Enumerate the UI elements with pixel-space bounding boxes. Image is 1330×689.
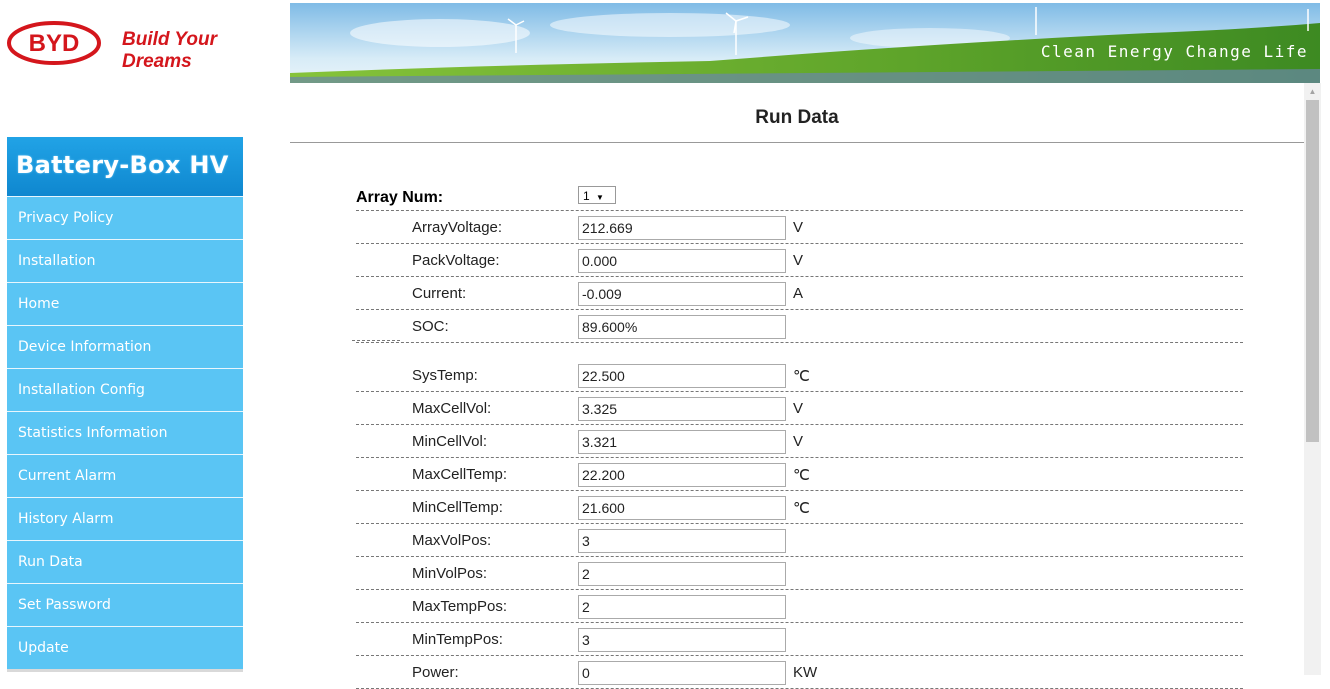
data-row-max-temp-pos: MaxTempPos: 2 — [356, 590, 1243, 623]
title-divider — [290, 142, 1304, 143]
sidebar-item-statistics-information[interactable]: Statistics Information — [7, 411, 243, 454]
row-value-field[interactable]: 89.600% — [578, 315, 786, 339]
sidebar-item-run-data[interactable]: Run Data — [7, 540, 243, 583]
row-unit: V — [793, 400, 804, 417]
sidebar-item-update[interactable]: Update — [7, 626, 243, 672]
row-label: PackVoltage: — [412, 252, 500, 269]
row-value-field[interactable]: 0 — [578, 661, 786, 685]
data-row-min-vol-pos: MinVolPos: 2 — [356, 557, 1243, 590]
row-value-field[interactable]: 3.321 — [578, 430, 786, 454]
data-row-min-cell-temp: MinCellTemp: 21.600 ℃ — [356, 491, 1243, 524]
sidebar-item-set-password[interactable]: Set Password — [7, 583, 243, 626]
data-row-max-cell-vol: MaxCellVol: 3.325 V — [356, 392, 1243, 425]
array-num-label: Array Num: — [356, 189, 444, 206]
row-value-field[interactable]: 2 — [578, 562, 786, 586]
sidebar-item-current-alarm[interactable]: Current Alarm — [7, 454, 243, 497]
row-label: SOC: — [412, 318, 449, 335]
row-value-field[interactable]: 3 — [578, 628, 786, 652]
scroll-up-arrow-icon[interactable]: ▲ — [1304, 83, 1321, 100]
row-label: MaxTempPos: — [412, 598, 508, 615]
chevron-down-icon: ▼ — [596, 193, 604, 202]
sidebar-item-home[interactable]: Home — [7, 282, 243, 325]
logo-letters: BYD — [29, 30, 80, 57]
row-label: MinCellVol: — [412, 433, 488, 450]
sidebar: Battery-Box HV Privacy Policy Installati… — [7, 137, 243, 672]
array-num-value: 1 — [583, 189, 590, 203]
row-value-field[interactable]: 2 — [578, 595, 786, 619]
row-unit: V — [793, 252, 804, 269]
row-unit: A — [793, 285, 804, 302]
row-label: MinVolPos: — [412, 565, 488, 582]
data-row-max-vol-pos: MaxVolPos: 3 — [356, 524, 1243, 557]
scroll-thumb[interactable] — [1306, 100, 1319, 442]
data-row-array-voltage: ArrayVoltage: 212.669 V — [356, 211, 1243, 244]
data-row-min-temp-pos: MinTempPos: 3 — [356, 623, 1243, 656]
data-row-pack-voltage: PackVoltage: 0.000 V — [356, 244, 1243, 277]
row-value-field[interactable]: 3 — [578, 529, 786, 553]
row-label: MaxCellTemp: — [412, 466, 508, 483]
row-unit: ℃ — [793, 467, 810, 484]
array-num-select[interactable]: 1 ▼ — [578, 186, 616, 204]
row-label: MaxVolPos: — [412, 532, 492, 549]
row-value-field[interactable]: 22.500 — [578, 364, 786, 388]
sidebar-item-history-alarm[interactable]: History Alarm — [7, 497, 243, 540]
row-unit: ℃ — [793, 368, 810, 385]
sidebar-item-device-information[interactable]: Device Information — [7, 325, 243, 368]
row-label: MinTempPos: — [412, 631, 503, 648]
data-row-min-cell-vol: MinCellVol: 3.321 V — [356, 425, 1243, 458]
data-row-sys-temp: SysTemp: 22.500 ℃ — [356, 359, 1243, 392]
row-label: ArrayVoltage: — [412, 219, 503, 236]
row-label: SysTemp: — [412, 367, 478, 384]
row-label: MinCellTemp: — [412, 499, 503, 516]
row-value-field[interactable]: 21.600 — [578, 496, 786, 520]
row-label: Current: — [412, 285, 467, 302]
row-label: MaxCellVol: — [412, 400, 492, 417]
row-value-field[interactable]: 212.669 — [578, 216, 786, 240]
run-data-table: ArrayVoltage: 212.669 V PackVoltage: 0.0… — [356, 211, 1243, 689]
row-unit: ℃ — [793, 500, 810, 517]
row-unit: V — [793, 219, 804, 236]
row-value-field[interactable]: 3.325 — [578, 397, 786, 421]
row-unit: V — [793, 433, 804, 450]
banner-slogan: Clean Energy Change Life — [1040, 42, 1308, 61]
byd-logo: BYD Build Your Dreams — [0, 0, 290, 85]
row-value-field[interactable]: 0.000 — [578, 249, 786, 273]
row-value-field[interactable]: 22.200 — [578, 463, 786, 487]
array-num-row: Array Num: 1 ▼ — [356, 184, 1243, 211]
section-divider — [352, 340, 400, 341]
sidebar-item-installation-config[interactable]: Installation Config — [7, 368, 243, 411]
sidebar-item-privacy-policy[interactable]: Privacy Policy — [7, 196, 243, 239]
row-label: Power: — [412, 664, 459, 681]
header-banner: Clean Energy Change Life — [290, 3, 1320, 83]
data-row-soc: SOC: 89.600% — [356, 310, 1243, 343]
page-scrollbar[interactable]: ▲ — [1304, 83, 1321, 675]
data-row-max-cell-temp: MaxCellTemp: 22.200 ℃ — [356, 458, 1243, 491]
row-value-field[interactable]: -0.009 — [578, 282, 786, 306]
sidebar-title: Battery-Box HV — [7, 137, 243, 196]
data-row-current: Current: -0.009 A — [356, 277, 1243, 310]
page-title: Run Data — [755, 107, 839, 128]
logo-tagline: Build Your Dreams — [122, 29, 217, 72]
data-row-power: Power: 0 KW — [356, 656, 1243, 689]
row-unit: KW — [793, 664, 818, 681]
byd-logo-mark: BYD — [7, 21, 101, 65]
sidebar-item-installation[interactable]: Installation — [7, 239, 243, 282]
